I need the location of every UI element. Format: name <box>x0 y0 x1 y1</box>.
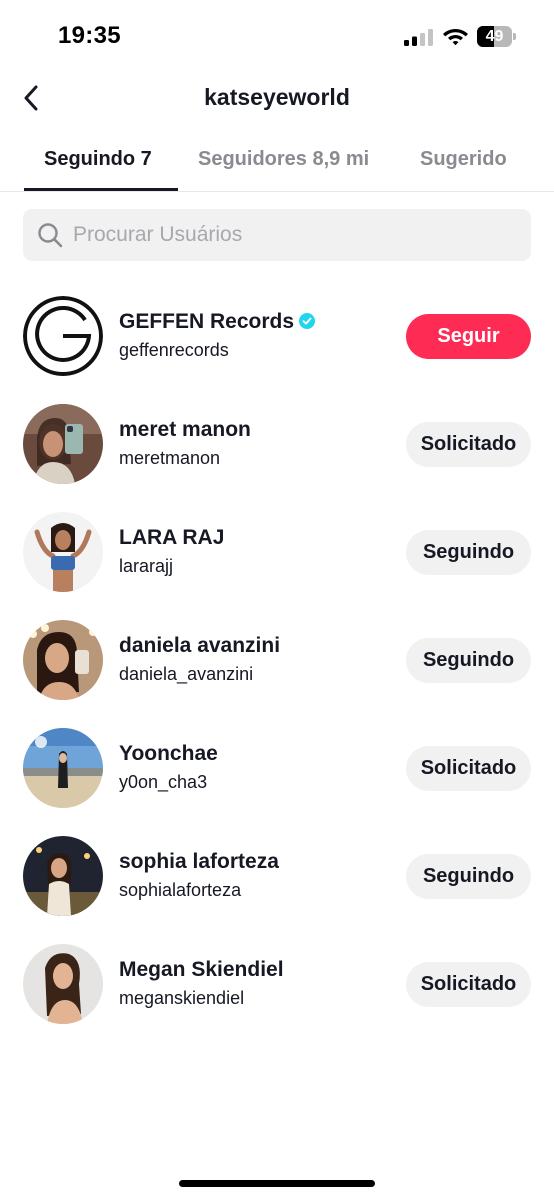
user-handle: y0on_cha3 <box>119 772 208 792</box>
avatar[interactable] <box>23 404 103 484</box>
tab-followers[interactable]: Seguidores 8,9 mi <box>198 148 369 171</box>
search-input[interactable] <box>73 209 523 261</box>
following-button[interactable]: Seguindo <box>406 638 531 683</box>
tab-following[interactable]: Seguindo 7 <box>44 148 152 171</box>
user-name[interactable]: GEFFEN Records <box>119 310 316 334</box>
avatar-geffen-logo[interactable] <box>23 296 103 376</box>
follow-button[interactable]: Seguir <box>406 314 531 359</box>
wifi-icon <box>443 29 468 46</box>
status-bar: 19:35 49 <box>0 0 554 72</box>
cellular-signal-icon <box>404 29 433 46</box>
list-item[interactable]: Yoonchae y0on_cha3 Solicitado <box>0 714 554 822</box>
user-handle: meretmanon <box>119 448 221 468</box>
list-item[interactable]: daniela avanzini daniela_avanzini Seguin… <box>0 606 554 714</box>
user-handle: geffenrecords <box>119 340 229 360</box>
battery-icon: 49 <box>477 26 517 47</box>
battery-percentage: 49 <box>485 28 504 45</box>
list-item[interactable]: LARA RAJ lararajj Seguindo <box>0 498 554 606</box>
search-box[interactable] <box>23 209 531 261</box>
page-title: katseyeworld <box>204 84 350 110</box>
avatar[interactable] <box>23 620 103 700</box>
list-item[interactable]: meret manon meretmanon Solicitado <box>0 390 554 498</box>
user-name[interactable]: Yoonchae <box>119 742 218 766</box>
verified-badge-icon <box>299 312 316 329</box>
avatar[interactable] <box>23 944 103 1024</box>
status-time: 19:35 <box>58 22 121 49</box>
user-handle: meganskiendiel <box>119 988 245 1008</box>
list-item[interactable]: Megan Skiendiel meganskiendiel Solicitad… <box>0 930 554 1038</box>
tab-bar: Seguindo 7 Seguidores 8,9 mi Sugerido <box>0 134 554 192</box>
requested-button[interactable]: Solicitado <box>406 962 531 1007</box>
user-handle: lararajj <box>119 556 174 576</box>
home-indicator[interactable] <box>179 1180 375 1187</box>
user-name[interactable]: sophia laforteza <box>119 850 279 874</box>
avatar[interactable] <box>23 728 103 808</box>
user-name[interactable]: meret manon <box>119 418 251 442</box>
list-item[interactable]: sophia laforteza sophialaforteza Seguind… <box>0 822 554 930</box>
user-name[interactable]: daniela avanzini <box>119 634 280 658</box>
list-item[interactable]: GEFFEN Records geffenrecords Seguir <box>0 282 554 390</box>
user-name[interactable]: LARA RAJ <box>119 526 224 550</box>
following-button[interactable]: Seguindo <box>406 530 531 575</box>
user-handle: sophialaforteza <box>119 880 242 900</box>
avatar[interactable] <box>23 512 103 592</box>
active-tab-indicator <box>24 188 178 191</box>
search-icon <box>38 223 63 248</box>
requested-button[interactable]: Solicitado <box>406 746 531 791</box>
user-handle: daniela_avanzini <box>119 664 254 684</box>
tab-suggested[interactable]: Sugerido <box>420 148 507 171</box>
requested-button[interactable]: Solicitado <box>406 422 531 467</box>
user-name[interactable]: Megan Skiendiel <box>119 958 284 982</box>
following-button[interactable]: Seguindo <box>406 854 531 899</box>
avatar[interactable] <box>23 836 103 916</box>
